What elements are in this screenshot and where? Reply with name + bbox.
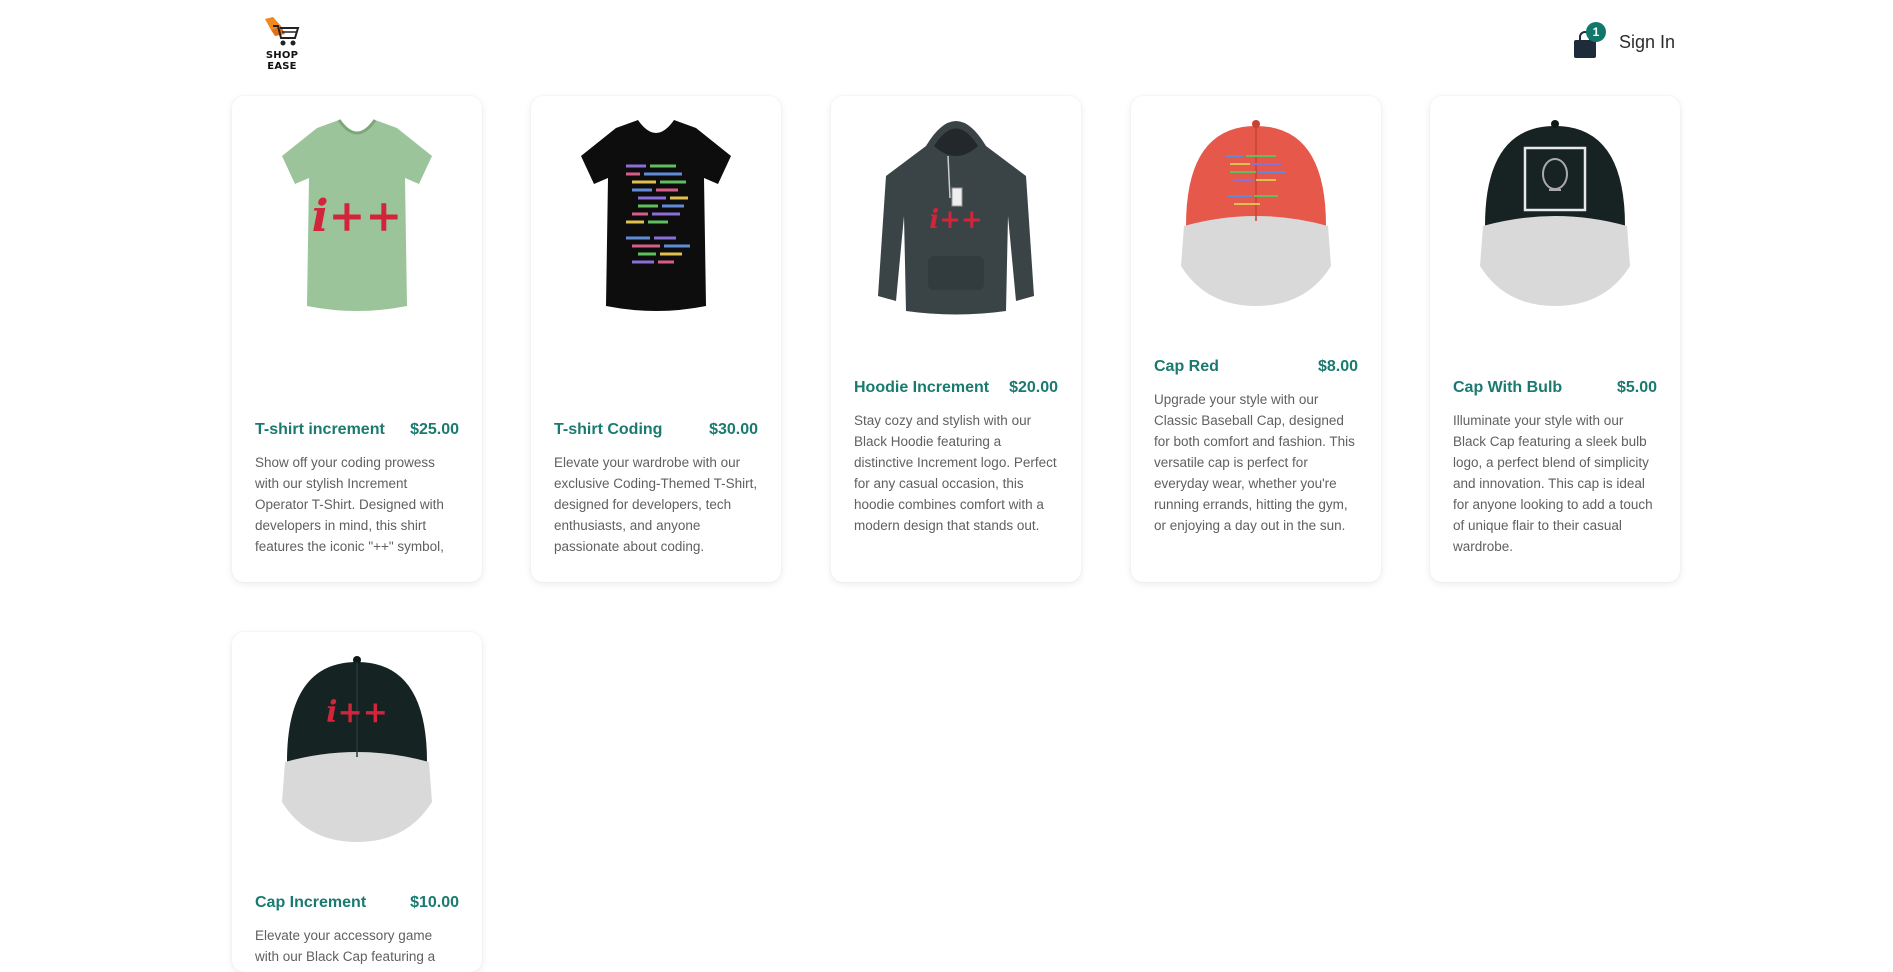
product-title[interactable]: Hoodie Increment	[854, 379, 989, 397]
product-title[interactable]: T-shirt increment	[255, 421, 385, 439]
product-description: Elevate your wardrobe with our exclusive…	[554, 455, 758, 554]
product-card[interactable]: T-shirt Coding $30.00 Elevate your wardr…	[531, 96, 781, 582]
green-tshirt-icon: i++	[282, 119, 432, 311]
product-description: Illuminate your style with our Black Cap…	[1453, 413, 1653, 554]
product-card[interactable]: i++ Hoodie Increment $20.00 Stay cozy an…	[831, 96, 1081, 582]
product-title[interactable]: Cap Red	[1154, 358, 1219, 376]
product-title[interactable]: Cap With Bulb	[1453, 379, 1562, 397]
svg-text:i++: i++	[312, 191, 402, 242]
hoodie-icon: i++	[878, 121, 1034, 315]
product-price: $10.00	[410, 894, 459, 911]
product-price: $8.00	[1317, 358, 1358, 375]
product-card[interactable]: i++ T-shirt increment $25.00 Show off yo…	[232, 96, 482, 582]
product-description: Upgrade your style with our Classic Base…	[1154, 392, 1355, 533]
cart-logo-icon	[265, 17, 300, 46]
shop-logo[interactable]: SHOP EASE	[251, 16, 313, 72]
logo-text: SHOP EASE	[265, 50, 299, 72]
cart-count-badge: 1	[1586, 22, 1606, 42]
product-price: $20.00	[1009, 379, 1058, 396]
product-title[interactable]: T-shirt Coding	[554, 421, 662, 439]
top-header: SHOP EASE 1 Sign In	[0, 0, 1893, 86]
product-title[interactable]: Cap Increment	[255, 894, 366, 912]
product-description: Stay cozy and stylish with our Black Hoo…	[854, 413, 1057, 533]
svg-text:i++: i++	[929, 205, 982, 235]
svg-text:i++: i++	[326, 695, 388, 730]
product-card[interactable]: Cap With Bulb $5.00 Illuminate your styl…	[1430, 96, 1680, 582]
sign-in-link[interactable]: Sign In	[1619, 32, 1675, 53]
product-price: $25.00	[410, 421, 459, 438]
increment-cap-icon: i++	[282, 656, 432, 842]
product-description: Elevate your accessory game with our Bla…	[255, 928, 436, 964]
black-tshirt-icon	[581, 120, 731, 311]
bulb-cap-icon	[1480, 120, 1630, 306]
product-price: $30.00	[709, 421, 758, 438]
product-card[interactable]: i++ Cap Increment $10.00 Elevate your ac…	[232, 632, 482, 972]
product-card[interactable]: Cap Red $8.00 Upgrade your style with ou…	[1131, 96, 1381, 582]
product-description: Show off your coding prowess with our st…	[255, 455, 444, 554]
cart-button[interactable]: 1	[1572, 22, 1606, 58]
red-cap-icon	[1181, 120, 1331, 306]
product-price: $5.00	[1616, 379, 1657, 396]
